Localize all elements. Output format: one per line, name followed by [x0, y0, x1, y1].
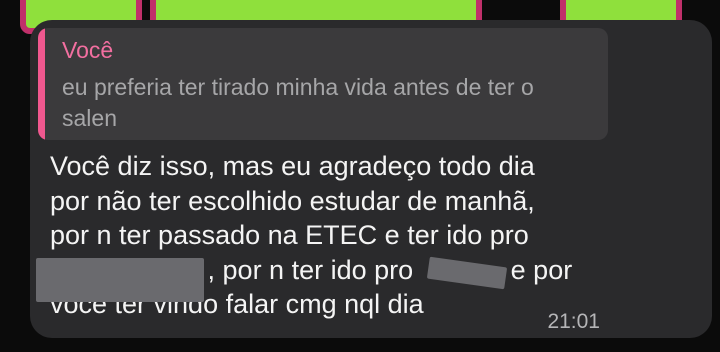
message-line: por n ter passado na ETEC e ter ido pro	[50, 220, 529, 250]
reply-accent-bar	[38, 28, 45, 140]
reply-text: eu preferia ter tirado minha vida antes …	[62, 74, 534, 131]
reply-author: Você	[62, 37, 114, 63]
quoted-reply[interactable]: Você eu preferia ter tirado minha vida a…	[38, 28, 608, 140]
message-line: Você diz isso, mas eu agradeço todo dia	[50, 151, 535, 181]
redaction-block	[36, 258, 204, 302]
message-timestamp: 21:01	[547, 310, 600, 333]
message-line: por não ter escolhido estudar de manhã,	[50, 185, 535, 216]
